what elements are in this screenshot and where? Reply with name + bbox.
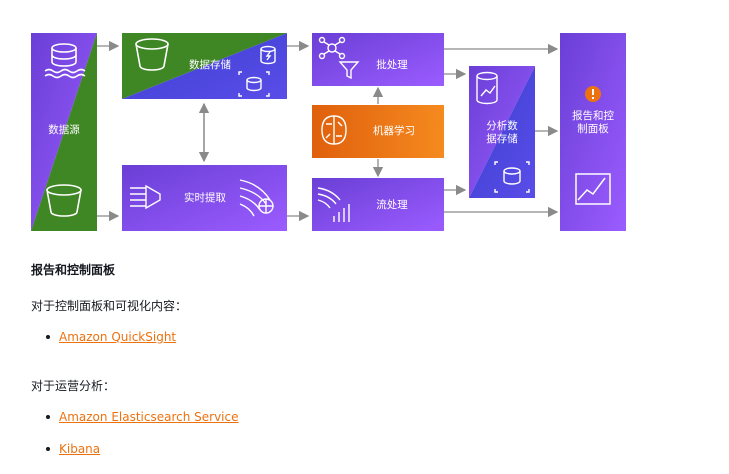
- label-reporting-line1: 报告和控: [572, 110, 614, 122]
- label-stream-processing: 流处理: [376, 199, 408, 211]
- label-machine-learning: 机器学习: [373, 125, 415, 137]
- label-batch-processing: 批处理: [376, 59, 408, 71]
- section-title: 报告和控制面板: [31, 263, 116, 277]
- label-data-source: 数据源: [48, 124, 80, 136]
- dashboards-link-list: Amazon QuickSight: [31, 329, 176, 345]
- label-analytics-store-line2: 据存储: [486, 133, 518, 145]
- elasticsearch-link[interactable]: Amazon Elasticsearch Service: [59, 410, 239, 424]
- dashboards-intro: 对于控制面板和可视化内容：: [31, 299, 188, 313]
- label-realtime-ingest: 实时提取: [184, 192, 226, 204]
- ops-link-list: Amazon Elasticsearch Service Kibana: [31, 409, 239, 457]
- label-reporting-line2: 制面板: [577, 123, 609, 135]
- architecture-diagram: 数据源 数据存储 批处理 机器学习 实时提取 流处理 分析数 据存储 报告和控 …: [0, 0, 729, 245]
- list-item: Amazon Elasticsearch Service: [31, 409, 239, 425]
- list-item: Kibana: [31, 441, 239, 457]
- list-item: Amazon QuickSight: [31, 329, 176, 345]
- kibana-link[interactable]: Kibana: [59, 442, 100, 456]
- quicksight-link[interactable]: Amazon QuickSight: [59, 330, 176, 344]
- label-analytics-store-line1: 分析数: [486, 120, 518, 132]
- ops-intro: 对于运营分析：: [31, 379, 116, 393]
- alert-icon: [585, 86, 601, 102]
- label-data-storage: 数据存储: [189, 59, 231, 71]
